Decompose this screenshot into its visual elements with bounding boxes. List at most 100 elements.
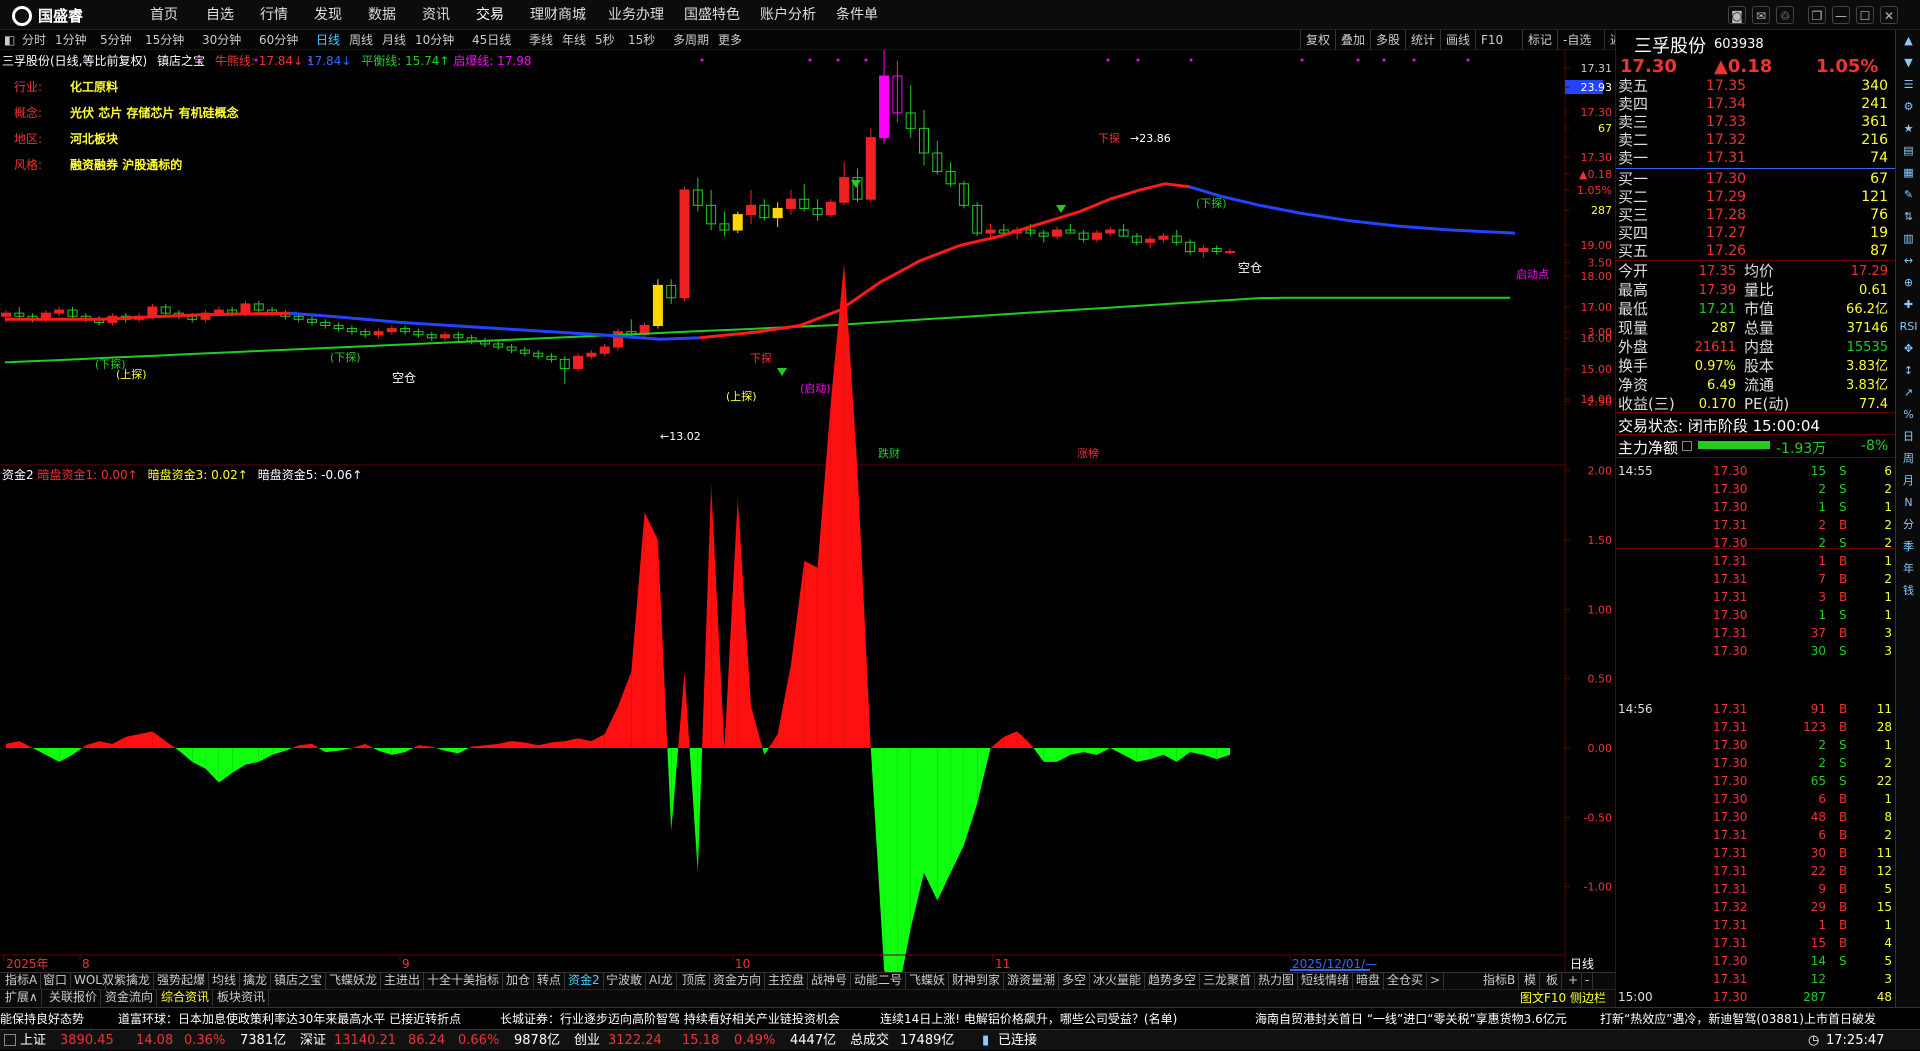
- close-icon[interactable]: ✕: [1880, 6, 1898, 24]
- period-tab[interactable]: 分时: [22, 30, 46, 50]
- indicator-tab[interactable]: 短线情绪: [1298, 972, 1354, 989]
- indicator-scroll-icon[interactable]: >: [1427, 972, 1445, 989]
- toolstrip-icon[interactable]: ▲: [1896, 30, 1920, 52]
- indicator-tab[interactable]: 顶底: [679, 972, 711, 989]
- nav-item[interactable]: 行情: [250, 0, 298, 30]
- period-tab[interactable]: 45日线: [472, 30, 511, 50]
- period-tab[interactable]: 15秒: [628, 30, 655, 50]
- indicator-tab[interactable]: 财神到家: [949, 972, 1005, 989]
- period-tab[interactable]: 更多: [718, 30, 742, 50]
- indicator-tab[interactable]: 资金2: [565, 972, 604, 989]
- period-tab[interactable]: 10分钟: [415, 30, 454, 50]
- orderbook-row[interactable]: 卖四 17.34 241: [1616, 95, 1896, 113]
- nav-item[interactable]: 数据: [358, 0, 406, 30]
- nav-item[interactable]: 条件单: [826, 0, 888, 30]
- orderbook-row[interactable]: 买三 17.28 76: [1616, 206, 1896, 224]
- chart-tool-button[interactable]: 画线: [1440, 30, 1475, 50]
- indicator-tab[interactable]: 战神号: [808, 972, 852, 989]
- orderbook-row[interactable]: 卖三 17.33 361: [1616, 113, 1896, 131]
- toolstrip-icon[interactable]: 钱: [1896, 580, 1920, 602]
- news-item[interactable]: 连续14日上涨! 电解铝价格飙升，哪些公司受益？(名单): [880, 1008, 1177, 1029]
- toolstrip-icon[interactable]: 日: [1896, 426, 1920, 448]
- chart-tool-button[interactable]: F10: [1475, 30, 1508, 50]
- orderbook-row[interactable]: 买一 17.30 67: [1616, 170, 1896, 188]
- toolstrip-icon[interactable]: ↗: [1896, 382, 1920, 404]
- panel-toggle-icon[interactable]: ◧: [4, 30, 15, 50]
- indicator-tab[interactable]: 十全十美指标: [424, 972, 504, 989]
- orderbook-row[interactable]: 买五 17.26 87: [1616, 242, 1896, 260]
- toolstrip-icon[interactable]: 月: [1896, 470, 1920, 492]
- indicator-tab[interactable]: 冰火量能: [1090, 972, 1146, 989]
- indicator-tab[interactable]: 均线: [209, 972, 241, 989]
- toolstrip-icon[interactable]: ⚙: [1896, 96, 1920, 118]
- indicator-tab[interactable]: 暗盘: [1353, 972, 1385, 989]
- chart-tool-button[interactable]: 标记: [1522, 30, 1557, 50]
- toolstrip-icon[interactable]: ✎: [1896, 184, 1920, 206]
- skin-icon[interactable]: ♲: [1776, 6, 1794, 24]
- orderbook-row[interactable]: 卖二 17.32 216: [1616, 131, 1896, 149]
- indicator-tab[interactable]: 转点: [534, 972, 566, 989]
- orderbook-row[interactable]: 卖一 17.31 74: [1616, 149, 1896, 167]
- bottom-tab[interactable]: 板块资讯: [214, 989, 270, 1006]
- period-tab[interactable]: 5秒: [595, 30, 615, 50]
- indicator-right-tab[interactable]: +: [1565, 972, 1583, 989]
- indicator-tab[interactable]: AI龙: [646, 972, 677, 989]
- indicator-tab[interactable]: 游资量潮: [1004, 972, 1060, 989]
- indicator-tab[interactable]: 窗口: [40, 972, 72, 989]
- indicator-tab[interactable]: 多空: [1059, 972, 1091, 989]
- bottom-tab[interactable]: 综合资讯: [158, 989, 214, 1006]
- chart-tool-button[interactable]: 复权: [1300, 30, 1335, 50]
- toolstrip-icon[interactable]: 周: [1896, 448, 1920, 470]
- restore-icon[interactable]: ❐: [1808, 6, 1826, 24]
- indicator-tab[interactable]: 指标A: [2, 972, 42, 989]
- toolstrip-icon[interactable]: ▦: [1896, 162, 1920, 184]
- nav-item[interactable]: 首页: [140, 0, 188, 30]
- indicator-tab[interactable]: 宁波敢: [603, 972, 647, 989]
- app-logo[interactable]: 国盛睿: [12, 5, 83, 26]
- period-tab[interactable]: 1分钟: [55, 30, 87, 50]
- nav-item[interactable]: 交易: [466, 0, 514, 30]
- indicator-tab[interactable]: 动能二号: [851, 972, 907, 989]
- news-item[interactable]: 道富环球：日本加息使政策利率达30年来最高水平 已接近转折点: [118, 1008, 461, 1029]
- indicator-right-tab[interactable]: 指标B: [1480, 972, 1520, 989]
- indicator-tab[interactable]: 热力图: [1255, 972, 1299, 989]
- chart-tool-button[interactable]: -自选: [1557, 30, 1596, 50]
- indicator-tab[interactable]: 飞蝶妖: [906, 972, 950, 989]
- indicator-right-tab[interactable]: -: [1582, 972, 1594, 989]
- orderbook-row[interactable]: 卖五 17.35 340: [1616, 77, 1896, 95]
- toolstrip-icon[interactable]: ✚: [1896, 294, 1920, 316]
- bottom-tab[interactable]: 资金流向: [102, 989, 158, 1006]
- toolstrip-icon[interactable]: 年: [1896, 558, 1920, 580]
- news-item[interactable]: 能保持良好态势: [0, 1008, 84, 1029]
- news-ticker[interactable]: 能保持良好态势 道富环球：日本加息使政策利率达30年来最高水平 已接近转折点 长城证…: [0, 1007, 1920, 1029]
- nav-item[interactable]: 账户分析: [750, 0, 826, 30]
- period-tab[interactable]: 周线: [349, 30, 373, 50]
- expand-icon[interactable]: [4, 1034, 16, 1046]
- indicator-tab[interactable]: 镇店之宝: [271, 972, 327, 989]
- nav-item[interactable]: 发现: [304, 0, 352, 30]
- toolstrip-icon[interactable]: ☰: [1896, 74, 1920, 96]
- toolstrip-icon[interactable]: ↕: [1896, 360, 1920, 382]
- flow-checkbox[interactable]: [1682, 441, 1692, 451]
- chart-tool-button[interactable]: 统计: [1405, 30, 1440, 50]
- period-tab[interactable]: 60分钟: [259, 30, 298, 50]
- indicator-right-tab[interactable]: 模: [1521, 972, 1541, 989]
- indicator-tab[interactable]: 资金方向: [710, 972, 766, 989]
- toolstrip-icon[interactable]: ⇅: [1896, 206, 1920, 228]
- toolstrip-icon[interactable]: ↔: [1896, 250, 1920, 272]
- nav-item[interactable]: 资讯: [412, 0, 460, 30]
- indicator-tab[interactable]: 全仓买: [1384, 972, 1428, 989]
- side-panel-toggle[interactable]: 图文F10 侧边栏 《: [1520, 989, 1622, 1007]
- message-icon[interactable]: ◙: [1728, 6, 1746, 24]
- toolstrip-icon[interactable]: ⊕: [1896, 272, 1920, 294]
- period-tab[interactable]: 年线: [562, 30, 586, 50]
- toolstrip-icon[interactable]: 季: [1896, 536, 1920, 558]
- toolstrip-icon[interactable]: ✥: [1896, 338, 1920, 360]
- orderbook-row[interactable]: 买四 17.27 19: [1616, 224, 1896, 242]
- bottom-tab[interactable]: 扩展∧: [2, 989, 42, 1006]
- chart-canvas[interactable]: 17.31 23.93 17.30 67 17.30 ▲0.18 1.05% 287 19.00…: [0, 50, 1615, 972]
- orderbook-row[interactable]: 买二 17.29 121: [1616, 188, 1896, 206]
- toolstrip-icon[interactable]: ★: [1896, 118, 1920, 140]
- maximize-icon[interactable]: ☐: [1856, 6, 1874, 24]
- indicator-tab[interactable]: 三龙聚首: [1200, 972, 1256, 989]
